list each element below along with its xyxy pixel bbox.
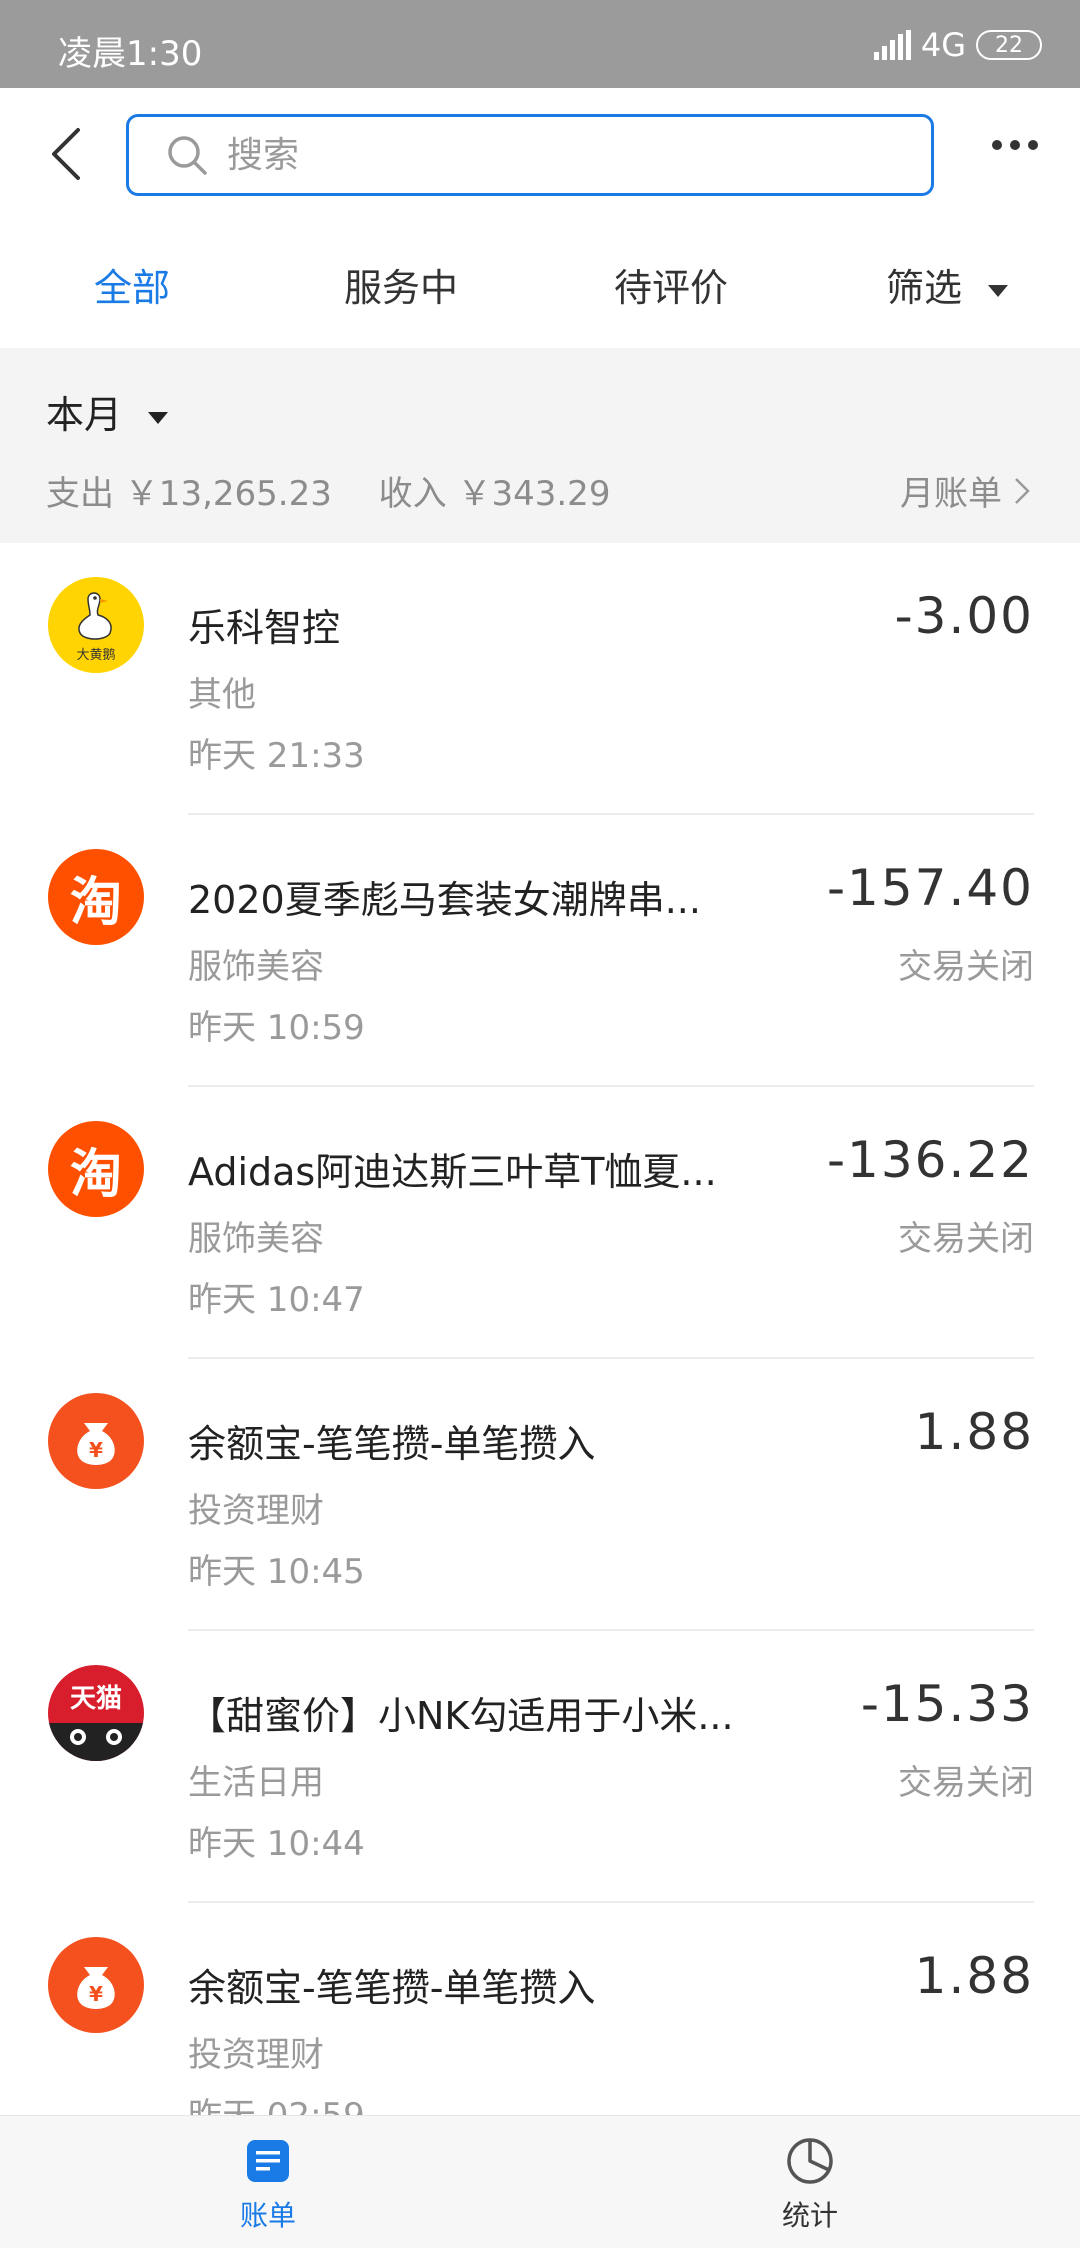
month-label: 本月 (46, 393, 123, 437)
tmall-logo-text: 天猫 (70, 1684, 122, 1714)
nav-bill[interactable]: 账单 (208, 2136, 328, 2234)
transaction-time: 昨天 10:47 (188, 1280, 365, 1320)
tab-in-service-label: 服务中 (344, 266, 459, 310)
filter-tabs: 全部 服务中 待评价 筛选 (0, 223, 1080, 348)
transaction-amount: -15.33 (860, 1675, 1034, 1733)
transaction-item[interactable]: 淘 Adidas阿迪达斯三叶草T恤夏... 服饰美容 昨天 10:47 -136… (0, 1087, 1080, 1359)
monthly-bill-label: 月账单 (900, 474, 1002, 514)
tab-all-label: 全部 (94, 266, 171, 310)
month-selector[interactable]: 本月 (46, 384, 169, 439)
status-icons: 4G 22 (873, 26, 1042, 64)
more-options-button[interactable] (992, 140, 1038, 150)
transaction-category: 服饰美容 (188, 947, 324, 987)
monthly-bill-link[interactable]: 月账单 (900, 466, 1030, 515)
transaction-title: 乐科智控 (188, 606, 341, 650)
transaction-time: 昨天 10:44 (188, 1824, 365, 1864)
transaction-amount: -157.40 (827, 859, 1034, 917)
yuebao-logo-text: ¥ (89, 1982, 103, 2006)
dropdown-caret-icon (148, 411, 169, 424)
nav-bill-label: 账单 (239, 2199, 296, 2232)
status-bar: 凌晨1:30 4G 22 (0, 0, 1080, 88)
nav-stats-label: 统计 (781, 2199, 838, 2232)
transaction-item[interactable]: ¥ 余额宝-笔笔攒-单笔攒入 投资理财 昨天 02:59 1.88 (0, 1903, 1080, 2115)
search-input[interactable] (225, 133, 865, 177)
tab-in-service[interactable]: 服务中 (344, 257, 458, 312)
income-total: 收入 ￥343.29 (378, 474, 611, 514)
transaction-item[interactable]: ¥ 余额宝-笔笔攒-单笔攒入 投资理财 昨天 10:45 1.88 (0, 1359, 1080, 1631)
battery-icon: 22 (976, 30, 1042, 60)
transaction-status: 交易关闭 (898, 947, 1034, 987)
chevron-right-icon (1015, 477, 1030, 504)
transaction-title: 【甜蜜价】小NK勾适用于小米... (188, 1694, 734, 1738)
transaction-category: 服饰美容 (188, 1219, 324, 1259)
tmall-icon: 天猫 (48, 1665, 144, 1761)
expense-total: 支出 ￥13,265.23 (46, 474, 332, 514)
transaction-amount: 1.88 (914, 1947, 1034, 2005)
tab-to-review[interactable]: 待评价 (614, 257, 728, 312)
transaction-item[interactable]: 大黄鹅 乐科智控 其他 昨天 21:33 -3.00 (0, 543, 1080, 815)
bottom-nav: 账单 统计 (0, 2115, 1080, 2248)
transaction-item[interactable]: 淘 2020夏季彪马套装女潮牌串... 服饰美容 昨天 10:59 -157.4… (0, 815, 1080, 1087)
goose-icon: 大黄鹅 (48, 577, 144, 673)
transaction-time: 昨天 10:45 (188, 1552, 365, 1592)
battery-level: 22 (995, 32, 1023, 58)
transaction-category: 投资理财 (188, 2035, 324, 2075)
taobao-icon: 淘 (48, 1121, 144, 1217)
yuebao-icon: ¥ (48, 1393, 144, 1489)
tab-to-review-label: 待评价 (614, 266, 729, 310)
search-box[interactable] (126, 114, 934, 196)
pie-chart-icon (787, 2138, 833, 2184)
transaction-status: 交易关闭 (898, 1219, 1034, 1259)
transaction-amount: 1.88 (914, 1403, 1034, 1461)
month-totals: 支出 ￥13,265.23 收入 ￥343.29 (46, 466, 646, 515)
transaction-time: 昨天 10:59 (188, 1008, 365, 1048)
back-button[interactable] (40, 124, 90, 184)
yuebao-logo-text: ¥ (89, 1438, 103, 1462)
transaction-amount: -136.22 (827, 1131, 1034, 1189)
transaction-title: Adidas阿迪达斯三叶草T恤夏... (188, 1150, 717, 1194)
taobao-logo-text: 淘 (69, 1144, 122, 1205)
transaction-category: 投资理财 (188, 1491, 324, 1531)
transaction-title: 2020夏季彪马套装女潮牌串... (188, 878, 701, 922)
taobao-icon: 淘 (48, 849, 144, 945)
yuebao-icon: ¥ (48, 1937, 144, 2033)
transaction-category: 其他 (188, 675, 256, 715)
month-summary: 本月 支出 ￥13,265.23 收入 ￥343.29 月账单 (0, 348, 1080, 543)
bill-icon (247, 2140, 289, 2182)
transaction-time: 昨天 21:33 (188, 736, 365, 776)
tab-filter-label: 筛选 (886, 266, 963, 310)
goose-logo-text: 大黄鹅 (76, 647, 115, 663)
transaction-title: 余额宝-笔笔攒-单笔攒入 (188, 1422, 596, 1466)
dropdown-caret-icon (988, 284, 1009, 297)
transaction-time: 昨天 02:59 (188, 2088, 365, 2115)
tab-filter[interactable]: 筛选 (886, 257, 1009, 312)
transaction-amount: -3.00 (894, 587, 1034, 645)
transaction-status: 交易关闭 (898, 1763, 1034, 1803)
transaction-item[interactable]: 天猫 【甜蜜价】小NK勾适用于小米... 生活日用 昨天 10:44 -15.3… (0, 1631, 1080, 1903)
header (0, 88, 1080, 223)
status-time: 凌晨1:30 (58, 34, 203, 74)
back-arrow-icon (52, 128, 80, 180)
signal-icon (873, 30, 911, 60)
taobao-logo-text: 淘 (69, 872, 122, 933)
transaction-category: 生活日用 (188, 1763, 324, 1803)
search-icon (168, 136, 207, 175)
transaction-list: 大黄鹅 乐科智控 其他 昨天 21:33 -3.00 淘 2020夏季彪马套装女… (0, 543, 1080, 2115)
transaction-title: 余额宝-笔笔攒-单笔攒入 (188, 1966, 596, 2010)
tab-all[interactable]: 全部 (94, 257, 170, 312)
nav-stats[interactable]: 统计 (750, 2136, 870, 2234)
network-type: 4G (920, 26, 966, 64)
